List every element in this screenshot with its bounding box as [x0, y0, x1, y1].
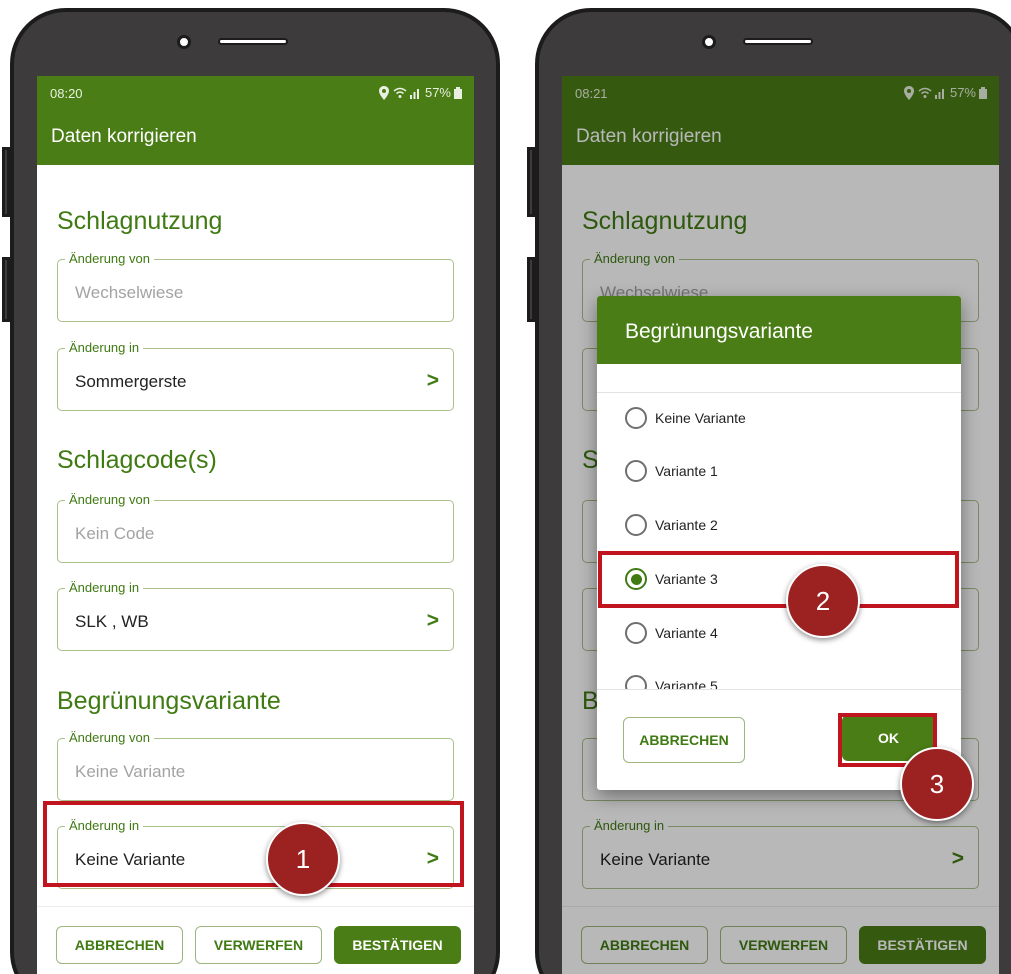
field-change-from: Änderung von Wechselwiese [57, 251, 454, 322]
radio-icon[interactable] [625, 407, 647, 429]
dialog-header: Begrünungsvariante [597, 296, 961, 364]
wifi-icon [393, 87, 407, 98]
camera-icon [177, 35, 191, 49]
status-bar: 08:20 57% [37, 76, 474, 108]
field-change-from: Änderung von Keine Variante [57, 730, 454, 801]
bottom-action-bar: ABBRECHEN VERWERFEN BESTÄTIGEN [37, 906, 474, 974]
radio-icon[interactable] [625, 622, 647, 644]
side-button [527, 147, 535, 217]
option-label: Variante 5 [655, 678, 718, 690]
option-variante-4[interactable]: Variante 4 [625, 622, 718, 644]
side-button [2, 257, 10, 322]
cancel-button[interactable]: ABBRECHEN [56, 926, 183, 964]
radio-icon[interactable] [625, 514, 647, 536]
option-label: Variante 4 [655, 625, 718, 641]
step-badge-2: 2 [786, 564, 860, 638]
step-badge-3: 3 [900, 747, 974, 821]
option-variante-1[interactable]: Variante 1 [625, 460, 718, 482]
field-label: Änderung in [65, 580, 144, 595]
field-value: Kein Code [75, 524, 155, 543]
option-variante-2[interactable]: Variante 2 [625, 514, 718, 536]
confirm-button[interactable]: BESTÄTIGEN [334, 926, 461, 964]
option-label: Variante 1 [655, 463, 718, 479]
signal-icon [409, 88, 419, 99]
option-variante-5[interactable]: Variante 5 [625, 675, 718, 690]
battery-icon [454, 86, 462, 99]
field-change-to-schlagcodes[interactable]: Änderung in SLK , WB > [57, 580, 454, 651]
speaker-icon [743, 38, 813, 45]
section-title-schlagcodes: Schlagcode(s) [57, 446, 217, 474]
app-bar-title: Daten korrigieren [51, 126, 197, 147]
dialog-cancel-button[interactable]: ABBRECHEN [623, 717, 745, 763]
step-badge-1: 1 [266, 822, 340, 896]
field-value: Sommergerste [75, 372, 187, 391]
field-value: Keine Variante [75, 762, 186, 781]
option-label: Variante 2 [655, 517, 718, 533]
field-value: SLK , WB [75, 612, 149, 631]
option-label: Keine Variante [655, 410, 746, 426]
field-change-from: Änderung von Kein Code [57, 492, 454, 563]
camera-icon [702, 35, 716, 49]
field-label: Änderung von [65, 492, 154, 507]
side-button [2, 147, 10, 217]
dialog-title: Begrünungsvariante [625, 320, 813, 343]
highlight-box-step-1 [43, 801, 464, 887]
radio-icon[interactable] [625, 460, 647, 482]
location-icon [378, 85, 389, 100]
field-label: Änderung von [65, 730, 154, 745]
speaker-icon [218, 38, 288, 45]
status-indicators: 57% [378, 85, 462, 100]
field-value: Wechselwiese [75, 283, 184, 302]
field-label: Änderung in [65, 340, 144, 355]
discard-button[interactable]: VERWERFEN [195, 926, 322, 964]
field-change-to-schlagnutzung[interactable]: Änderung in Sommergerste > [57, 340, 454, 411]
radio-icon[interactable] [625, 675, 647, 689]
side-button [527, 257, 535, 322]
highlight-box-step-2 [598, 551, 959, 608]
chevron-right-icon[interactable]: > [427, 609, 439, 633]
app-bar: Daten korrigieren [37, 108, 474, 165]
status-time: 08:20 [50, 86, 83, 101]
section-title-schlagnutzung: Schlagnutzung [57, 207, 223, 235]
section-title-begruenungsvariante: Begrünungsvariante [57, 687, 281, 715]
option-list[interactable]: Keine Variante Variante 1 Variante 2 Var… [597, 392, 961, 690]
field-label: Änderung von [65, 251, 154, 266]
chevron-right-icon[interactable]: > [427, 369, 439, 393]
option-keine-variante[interactable]: Keine Variante [625, 407, 746, 429]
battery-percent: 57% [424, 85, 451, 100]
